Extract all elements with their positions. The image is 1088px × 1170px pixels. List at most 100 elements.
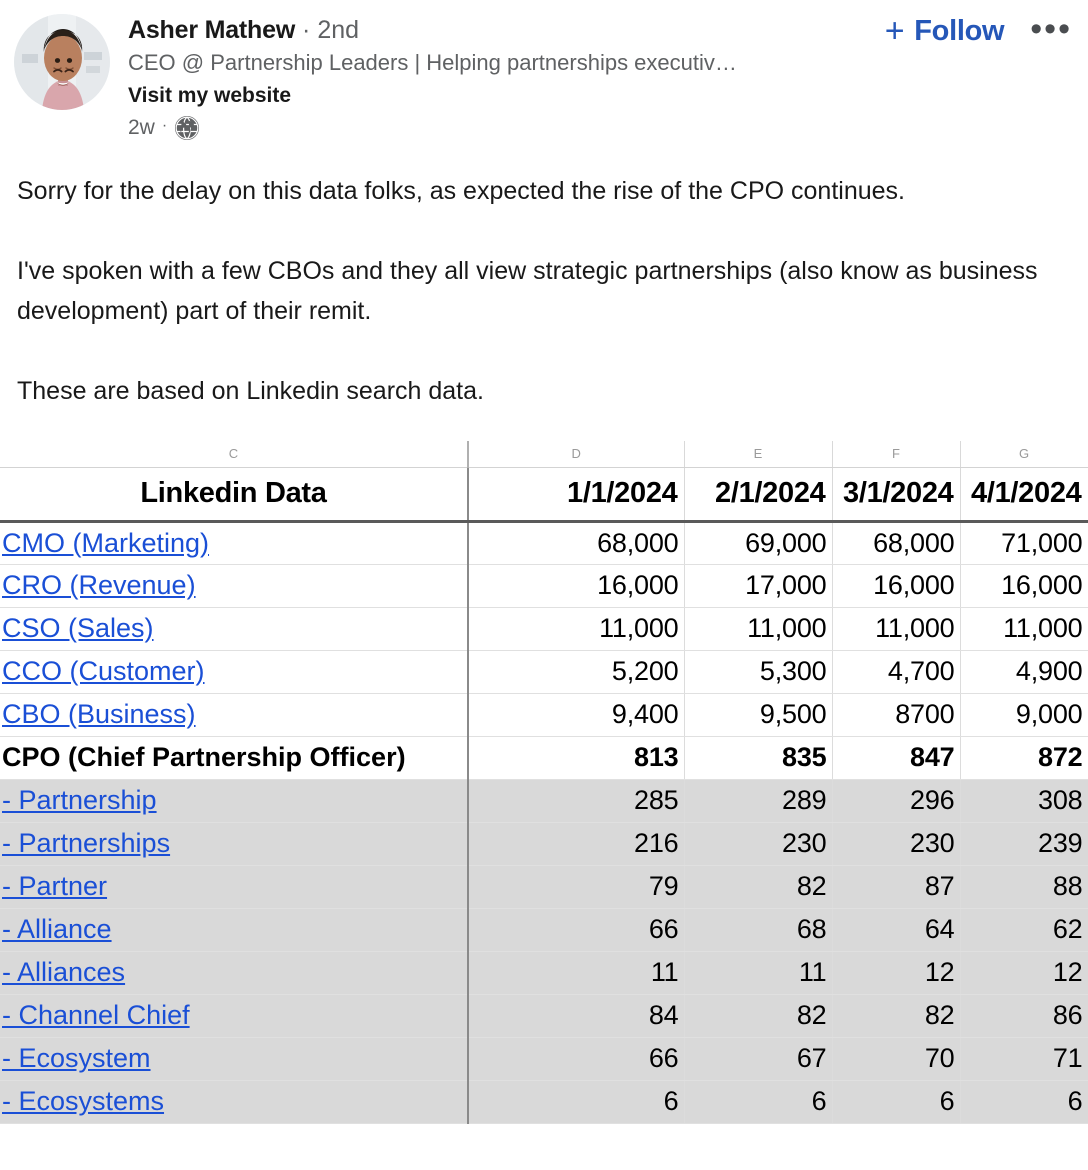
- row-value-cell[interactable]: 285: [467, 779, 685, 823]
- row-value-cell[interactable]: 4,900: [960, 650, 1088, 694]
- row-label-cell[interactable]: - Alliance: [0, 908, 469, 952]
- table-row[interactable]: CRO (Revenue) 16,000 17,000 16,000 16,000: [0, 564, 1088, 608]
- row-label-cell[interactable]: CPO (Chief Partnership Officer): [0, 736, 469, 780]
- row-value-cell[interactable]: 66: [467, 908, 685, 952]
- author-name[interactable]: Asher Mathew: [128, 16, 295, 44]
- row-label-cell[interactable]: - Alliances: [0, 951, 469, 995]
- row-value-cell[interactable]: 9,000: [960, 693, 1088, 737]
- row-value-cell[interactable]: 70: [832, 1037, 961, 1081]
- row-label[interactable]: - Partnerships: [2, 828, 170, 858]
- row-value-cell[interactable]: 16,000: [832, 564, 961, 608]
- row-value-cell[interactable]: 11,000: [684, 607, 833, 651]
- row-value-cell[interactable]: 5,200: [467, 650, 685, 694]
- table-row[interactable]: - Partner 79 82 87 88: [0, 865, 1088, 909]
- row-label-cell[interactable]: CMO (Marketing): [0, 521, 469, 565]
- row-label[interactable]: - Alliance: [2, 914, 112, 944]
- row-value-cell[interactable]: 68: [684, 908, 833, 952]
- row-value-cell[interactable]: 86: [960, 994, 1088, 1038]
- row-value-cell[interactable]: 71,000: [960, 521, 1088, 565]
- row-value-cell[interactable]: 847: [832, 736, 961, 780]
- row-value-cell[interactable]: 64: [832, 908, 961, 952]
- table-row[interactable]: - Ecosystems 6 6 6 6: [0, 1080, 1088, 1124]
- table-row[interactable]: CCO (Customer) 5,200 5,300 4,700 4,900: [0, 650, 1088, 694]
- row-value-cell[interactable]: 9,400: [467, 693, 685, 737]
- row-value-cell[interactable]: 12: [832, 951, 961, 995]
- table-row[interactable]: - Alliance 66 68 64 62: [0, 908, 1088, 952]
- row-label[interactable]: - Channel Chief: [2, 1000, 190, 1030]
- row-value-cell[interactable]: 4,700: [832, 650, 961, 694]
- row-label[interactable]: CPO (Chief Partnership Officer): [2, 742, 406, 772]
- row-value-cell[interactable]: 289: [684, 779, 833, 823]
- row-value-cell[interactable]: 11: [684, 951, 833, 995]
- row-value-cell[interactable]: 16,000: [960, 564, 1088, 608]
- row-value-cell[interactable]: 69,000: [684, 521, 833, 565]
- row-value-cell[interactable]: 68,000: [832, 521, 961, 565]
- row-value-cell[interactable]: 216: [467, 822, 685, 866]
- row-value-cell[interactable]: 79: [467, 865, 685, 909]
- table-row[interactable]: CPO (Chief Partnership Officer) 813 835 847…: [0, 736, 1088, 780]
- row-value-cell[interactable]: 230: [832, 822, 961, 866]
- row-label[interactable]: - Ecosystem: [2, 1043, 151, 1073]
- row-label[interactable]: - Ecosystems: [2, 1086, 164, 1116]
- table-row[interactable]: - Alliances 11 11 12 12: [0, 951, 1088, 995]
- row-value-cell[interactable]: 12: [960, 951, 1088, 995]
- row-value-cell[interactable]: 296: [832, 779, 961, 823]
- row-label-cell[interactable]: CCO (Customer): [0, 650, 469, 694]
- row-label-cell[interactable]: CRO (Revenue): [0, 564, 469, 608]
- row-value-cell[interactable]: 9,500: [684, 693, 833, 737]
- table-row[interactable]: - Partnerships 216 230 230 239: [0, 822, 1088, 866]
- row-value-cell[interactable]: 82: [684, 865, 833, 909]
- column-letter-e[interactable]: E: [684, 441, 833, 468]
- row-value-cell[interactable]: 84: [467, 994, 685, 1038]
- row-label[interactable]: - Alliances: [2, 957, 125, 987]
- row-value-cell[interactable]: 66: [467, 1037, 685, 1081]
- row-label[interactable]: CRO (Revenue): [2, 570, 196, 600]
- table-row[interactable]: CMO (Marketing) 68,000 69,000 68,000 71,000: [0, 521, 1088, 565]
- row-value-cell[interactable]: 872: [960, 736, 1088, 780]
- avatar[interactable]: [14, 14, 110, 110]
- column-letter-d[interactable]: D: [467, 441, 685, 468]
- row-label-cell[interactable]: - Channel Chief: [0, 994, 469, 1038]
- row-value-cell[interactable]: 11,000: [467, 607, 685, 651]
- row-label[interactable]: - Partner: [2, 871, 107, 901]
- row-label-cell[interactable]: - Partner: [0, 865, 469, 909]
- row-value-cell[interactable]: 11: [467, 951, 685, 995]
- more-options-button[interactable]: •••: [1030, 12, 1078, 46]
- row-value-cell[interactable]: 67: [684, 1037, 833, 1081]
- row-label-cell[interactable]: CBO (Business): [0, 693, 469, 737]
- column-letter-f[interactable]: F: [832, 441, 961, 468]
- row-value-cell[interactable]: 239: [960, 822, 1088, 866]
- row-label-cell[interactable]: - Partnership: [0, 779, 469, 823]
- row-label[interactable]: CBO (Business): [2, 699, 196, 729]
- row-label[interactable]: CSO (Sales): [2, 613, 154, 643]
- table-row[interactable]: CSO (Sales) 11,000 11,000 11,000 11,000: [0, 607, 1088, 651]
- row-value-cell[interactable]: 813: [467, 736, 685, 780]
- table-row[interactable]: - Ecosystem 66 67 70 71: [0, 1037, 1088, 1081]
- row-value-cell[interactable]: 87: [832, 865, 961, 909]
- row-value-cell[interactable]: 6: [467, 1080, 685, 1124]
- table-row[interactable]: - Partnership 285 289 296 308: [0, 779, 1088, 823]
- follow-button[interactable]: + Follow: [885, 14, 1005, 48]
- row-label-cell[interactable]: CSO (Sales): [0, 607, 469, 651]
- row-value-cell[interactable]: 82: [832, 994, 961, 1038]
- row-label[interactable]: - Partnership: [2, 785, 157, 815]
- row-value-cell[interactable]: 11,000: [832, 607, 961, 651]
- visit-website-link[interactable]: Visit my website: [128, 81, 885, 110]
- row-value-cell[interactable]: 88: [960, 865, 1088, 909]
- row-value-cell[interactable]: 835: [684, 736, 833, 780]
- row-value-cell[interactable]: 16,000: [467, 564, 685, 608]
- table-row[interactable]: CBO (Business) 9,400 9,500 8700 9,000: [0, 693, 1088, 737]
- row-value-cell[interactable]: 308: [960, 779, 1088, 823]
- row-value-cell[interactable]: 68,000: [467, 521, 685, 565]
- row-value-cell[interactable]: 6: [832, 1080, 961, 1124]
- row-value-cell[interactable]: 6: [684, 1080, 833, 1124]
- row-value-cell[interactable]: 8700: [832, 693, 961, 737]
- row-value-cell[interactable]: 230: [684, 822, 833, 866]
- row-label-cell[interactable]: - Ecosystem: [0, 1037, 469, 1081]
- table-row[interactable]: - Channel Chief 84 82 82 86: [0, 994, 1088, 1038]
- row-value-cell[interactable]: 62: [960, 908, 1088, 952]
- row-label[interactable]: CMO (Marketing): [2, 528, 209, 558]
- row-value-cell[interactable]: 17,000: [684, 564, 833, 608]
- row-label-cell[interactable]: - Ecosystems: [0, 1080, 469, 1124]
- row-label-cell[interactable]: - Partnerships: [0, 822, 469, 866]
